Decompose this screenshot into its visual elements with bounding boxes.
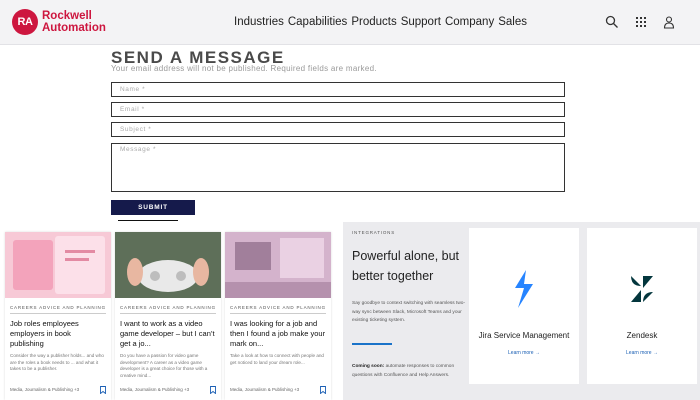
divider <box>118 220 178 221</box>
search-icon[interactable] <box>604 14 620 30</box>
card-title[interactable]: I want to work as a video game developer… <box>120 319 216 349</box>
nav-capabilities[interactable]: Capabilities <box>288 16 347 28</box>
integrations-description: Say goodbye to context switching with se… <box>352 301 466 323</box>
logo-mark: RA <box>12 9 38 35</box>
form-note: Your email address will not be published… <box>111 64 377 73</box>
nav-company[interactable]: Company <box>445 16 494 28</box>
card-description: Do you have a passion for video game dev… <box>120 353 208 378</box>
article-card[interactable]: CAREERS ADVICE AND PLANNING Job roles em… <box>5 232 111 400</box>
integrations-label: INTEGRATIONS <box>352 230 396 235</box>
card-title[interactable]: Job roles employees employers in book pu… <box>10 319 106 349</box>
name-field[interactable] <box>111 82 565 97</box>
integration-name: Zendesk <box>626 331 658 340</box>
integrations-title: Powerful alone, but better together <box>352 249 460 283</box>
logo-wordmark: Rockwell Automation <box>42 10 106 34</box>
card-category: CAREERS ADVICE AND PLANNING <box>120 305 216 314</box>
apps-grid-icon[interactable] <box>633 14 649 30</box>
submit-button[interactable]: SUBMIT <box>111 200 195 215</box>
site-header: RA Rockwell Automation Industries Capabi… <box>0 0 700 45</box>
card-category: CAREERS ADVICE AND PLANNING <box>10 305 106 314</box>
card-description: Consider the way a publisher holds... an… <box>10 353 104 371</box>
bookmark-icon[interactable] <box>320 386 326 394</box>
nav-support[interactable]: Support <box>401 16 441 28</box>
card-description: Take a look at how to connect with peopl… <box>230 353 324 365</box>
card-meta: Media, Journalism & Publishing +3 <box>230 387 300 392</box>
card-title[interactable]: I was looking for a job and then I found… <box>230 319 326 349</box>
article-card[interactable]: CAREERS ADVICE AND PLANNING I was lookin… <box>225 232 331 400</box>
user-icon[interactable] <box>661 14 677 30</box>
article-thumbnail-controller <box>115 232 221 298</box>
message-field[interactable] <box>111 143 565 192</box>
logo-line-2: Automation <box>42 22 106 34</box>
email-field[interactable] <box>111 102 565 117</box>
subject-field[interactable] <box>111 122 565 137</box>
main-nav: Industries Capabilities Products Support… <box>234 16 527 28</box>
article-thumbnail-pink <box>5 232 111 298</box>
nav-sales[interactable]: Sales <box>498 16 527 28</box>
nav-industries[interactable]: Industries <box>234 16 284 28</box>
learn-more-link[interactable]: Learn more → <box>587 350 697 356</box>
card-meta: Media, Journalism & Publishing +3 <box>120 387 190 392</box>
article-thumbnail-office <box>225 232 331 298</box>
card-meta: Media, Journalism & Publishing +3 <box>10 387 80 392</box>
integration-card-jira[interactable]: Jira Service Management Learn more → <box>469 228 579 384</box>
article-card[interactable]: CAREERS ADVICE AND PLANNING I want to wo… <box>115 232 221 400</box>
bookmark-icon[interactable] <box>100 386 106 394</box>
bookmark-icon[interactable] <box>210 386 216 394</box>
card-category: CAREERS ADVICE AND PLANNING <box>230 305 326 314</box>
accent-rule <box>352 343 392 345</box>
integration-card-zendesk[interactable]: Zendesk Learn more → <box>587 228 697 384</box>
nav-products[interactable]: Products <box>351 16 396 28</box>
logo-line-1: Rockwell <box>42 10 92 22</box>
integrations-section: INTEGRATIONS Powerful alone, but better … <box>343 222 700 400</box>
integration-name: Jira Service Management <box>478 331 570 340</box>
zendesk-icon <box>631 276 653 302</box>
jira-service-management-icon <box>515 270 533 308</box>
learn-more-link[interactable]: Learn more → <box>469 350 579 356</box>
integrations-coming-soon: Coming soon: automate responses to commo… <box>352 363 467 380</box>
rockwell-logo[interactable]: RA Rockwell Automation <box>12 9 106 35</box>
coming-soon-label: Coming soon: <box>352 364 385 369</box>
